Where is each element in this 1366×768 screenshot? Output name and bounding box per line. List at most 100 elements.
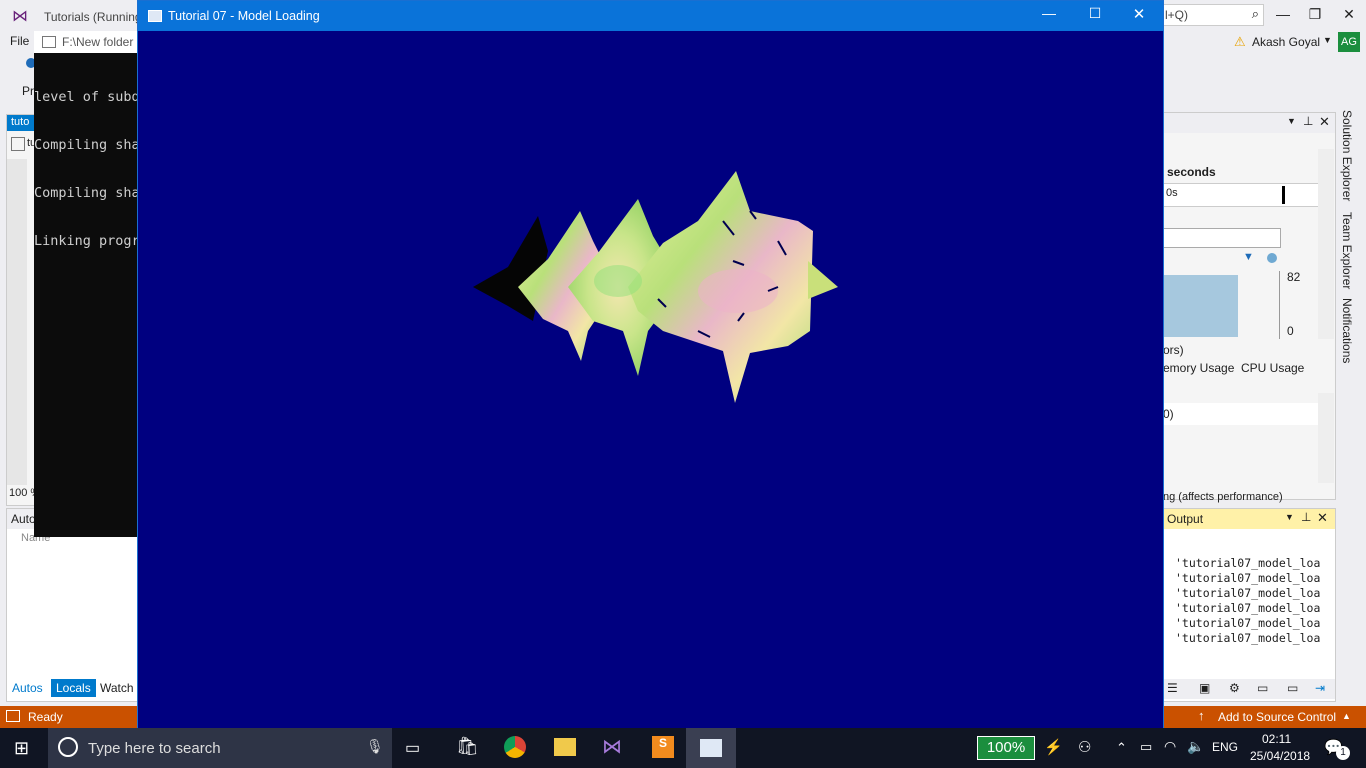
pin-icon[interactable]: ⊥ xyxy=(1303,114,1313,128)
snapshot-icon xyxy=(1267,253,1277,263)
output-panel: Output ▼ ⊥ ✕ 'tutorial07_model_loa 'tuto… xyxy=(1162,508,1336,702)
close-button[interactable]: ✕ xyxy=(1124,5,1154,25)
user-name[interactable]: Akash Goyal xyxy=(1252,35,1320,49)
vs-restore-button[interactable]: ❐ xyxy=(1300,6,1330,24)
file-icon xyxy=(11,137,25,151)
tab-team-explorer[interactable]: Team Explorer xyxy=(1340,212,1354,289)
search-placeholder: Type here to search xyxy=(88,740,221,757)
chrome-icon[interactable] xyxy=(504,736,526,758)
tab-autos[interactable]: Autos xyxy=(7,679,48,697)
graph-min-value: 0 xyxy=(1287,324,1294,338)
gl-window[interactable]: Tutorial 07 - Model Loading — ☐ ✕ xyxy=(137,0,1164,730)
vs-close-button[interactable]: ✕ xyxy=(1334,6,1364,24)
tab-cpu-usage[interactable]: CPU Usage xyxy=(1241,361,1304,375)
seconds-label: seconds xyxy=(1167,165,1216,179)
clock-date[interactable]: 25/04/2018 xyxy=(1250,749,1310,763)
chevron-down-icon[interactable]: ▼ xyxy=(1323,35,1332,45)
console-line: level of subd xyxy=(34,89,138,105)
output-pin-icon[interactable]: ⊥ xyxy=(1301,510,1311,524)
arrow-up-icon: ↑ xyxy=(1198,708,1205,723)
rendered-model xyxy=(473,171,838,403)
battery-icon[interactable]: ▭ xyxy=(1140,739,1152,755)
microphone-icon[interactable]: 🎙 xyxy=(366,738,384,755)
output-toolbar: ☰ ▣ ⚙ ▭ ▭ ⇥ xyxy=(1163,679,1335,699)
timeline-marker[interactable] xyxy=(1282,186,1285,204)
output-line: 'tutorial07_model_loa xyxy=(1175,571,1321,585)
quick-launch-input[interactable]: l+Q) ⌕ xyxy=(1162,4,1264,26)
store-icon[interactable]: 🛍 xyxy=(456,736,479,757)
taskbar-search[interactable]: Type here to search 🎙 xyxy=(48,728,392,768)
terminal-icon[interactable]: ▭ xyxy=(1287,681,1298,695)
console-line: Linking progr xyxy=(34,233,138,249)
editor-margin xyxy=(7,159,27,485)
render-canvas[interactable] xyxy=(138,31,1163,729)
output-line: 'tutorial07_model_loa xyxy=(1175,556,1321,570)
avatar[interactable]: AG xyxy=(1338,32,1360,52)
notification-badge: 1 xyxy=(1336,746,1350,760)
clock-time[interactable]: 02:11 xyxy=(1262,732,1291,746)
console-line: Compiling sha xyxy=(34,137,138,153)
autos-panel: Autos Name Autos Locals Watch xyxy=(6,508,138,702)
window-icon xyxy=(148,10,162,22)
panel-menu-chevron-icon[interactable]: ▼ xyxy=(1287,116,1296,126)
console-icon xyxy=(42,36,56,48)
terminal-icon[interactable]: ▭ xyxy=(1257,681,1268,695)
export-icon[interactable]: ⇥ xyxy=(1315,681,1325,695)
gl-window-title: Tutorial 07 - Model Loading xyxy=(168,9,320,23)
output-title: Output xyxy=(1167,512,1204,526)
chevron-up-icon[interactable]: ⌃ xyxy=(1116,740,1127,756)
plug-icon: ⚡ xyxy=(1044,739,1063,756)
build-icon[interactable]: ▣ xyxy=(1199,681,1210,695)
timeline-ruler[interactable]: 0s xyxy=(1163,183,1320,207)
graph-max-value: 82 xyxy=(1287,270,1301,284)
wifi-icon[interactable]: ◠ xyxy=(1164,738,1176,755)
document-tab[interactable]: tuto xyxy=(11,116,29,128)
list-icon[interactable]: ☰ xyxy=(1167,681,1178,695)
diagnostics-scrollbar[interactable] xyxy=(1318,149,1334,339)
tab-watch[interactable]: Watch xyxy=(95,679,139,697)
people-icon[interactable]: ⚇ xyxy=(1078,738,1091,756)
task-view-icon[interactable]: ▭ xyxy=(405,738,420,758)
menu-file[interactable]: File xyxy=(10,34,29,48)
visual-studio-icon[interactable]: ⋈ xyxy=(602,734,622,759)
search-icon: ⌕ xyxy=(1251,6,1259,21)
sublime-text-icon[interactable]: S xyxy=(652,736,674,758)
vs-logo-icon: ⋈ xyxy=(12,8,28,25)
minimize-button[interactable]: — xyxy=(1034,5,1064,25)
output-line: 'tutorial07_model_loa xyxy=(1175,601,1321,615)
vs-title: Tutorials (Running xyxy=(44,10,142,24)
console-app-icon xyxy=(700,739,722,757)
tab-solution-explorer[interactable]: Solution Explorer xyxy=(1340,110,1354,201)
side-tool-tabs: Solution Explorer Team Explorer Notifica… xyxy=(1336,108,1364,408)
output-close-icon[interactable]: ✕ xyxy=(1317,510,1328,526)
output-line: 'tutorial07_model_loa xyxy=(1175,631,1321,645)
volume-icon[interactable]: 🔈 xyxy=(1187,738,1204,755)
vs-minimize-button[interactable]: — xyxy=(1268,6,1298,24)
gl-titlebar[interactable]: Tutorial 07 - Model Loading — ☐ ✕ xyxy=(138,1,1163,31)
cortana-icon xyxy=(58,737,78,757)
settings-icon[interactable]: ⚙ xyxy=(1229,681,1240,695)
tab-locals[interactable]: Locals xyxy=(51,679,96,697)
windows-start-icon[interactable]: ⊞ xyxy=(14,738,29,759)
output-line: 'tutorial07_model_loa xyxy=(1175,616,1321,630)
console-output: level of subd Compiling sha Compiling sh… xyxy=(34,57,138,265)
add-source-control-button[interactable]: Add to Source Control xyxy=(1218,710,1336,724)
active-app-tile[interactable] xyxy=(686,728,736,768)
maximize-button[interactable]: ☐ xyxy=(1080,5,1110,25)
battery-percent[interactable]: 100% xyxy=(977,736,1035,760)
graph-bar xyxy=(1163,228,1281,248)
output-line: 'tutorial07_model_loa xyxy=(1175,586,1321,600)
console-line: Compiling sha xyxy=(34,185,138,201)
chevron-up-icon[interactable]: ▲ xyxy=(1342,711,1351,721)
diagnostics-scrollbar-lower[interactable] xyxy=(1318,393,1334,483)
console-title: F:\New folder xyxy=(62,35,134,49)
tab-notifications[interactable]: Notifications xyxy=(1340,298,1354,363)
memory-graph-fill xyxy=(1163,275,1238,337)
close-icon[interactable]: ✕ xyxy=(1319,114,1330,130)
output-menu-chevron-icon[interactable]: ▼ xyxy=(1285,512,1294,522)
diagnostic-tools-panel: ▼ ⊥ ✕ seconds 0s ▼ 82 0 ors) emory Usage… xyxy=(1162,112,1336,503)
language-indicator[interactable]: ENG xyxy=(1212,740,1238,754)
status-text: Ready xyxy=(28,710,63,724)
file-explorer-icon[interactable] xyxy=(554,738,576,756)
tab-memory-usage[interactable]: emory Usage xyxy=(1163,361,1234,375)
